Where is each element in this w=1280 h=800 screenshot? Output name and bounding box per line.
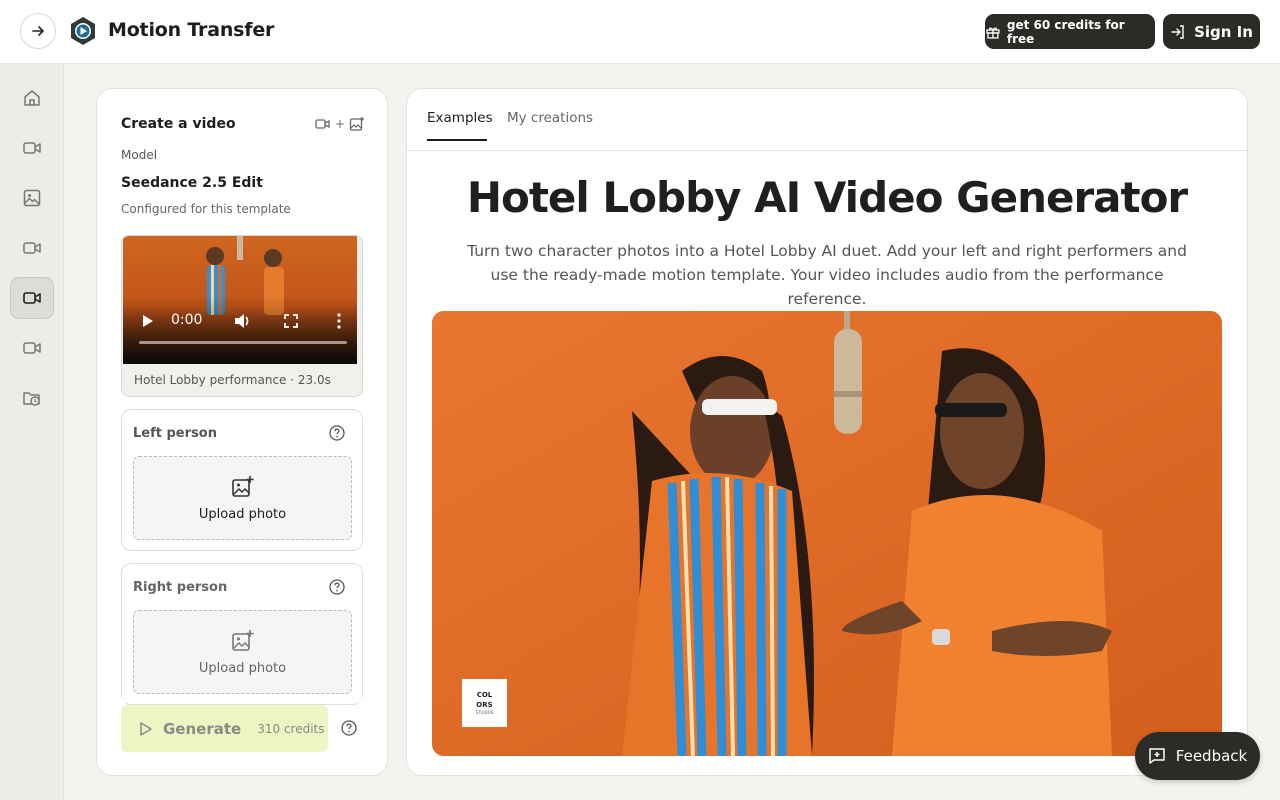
sidebar-item-video-2[interactable] <box>10 227 54 269</box>
feedback-label: Feedback <box>1175 747 1248 765</box>
help-icon[interactable] <box>329 425 345 441</box>
sign-in-button[interactable]: Sign In <box>1163 14 1260 49</box>
scroll-fade <box>98 695 386 703</box>
config-note: Configured for this template <box>121 202 291 216</box>
sidebar-item-history[interactable] <box>10 377 54 419</box>
brand-logo-line-1: COL <box>476 691 493 699</box>
play-icon[interactable] <box>141 314 155 328</box>
examples-panel: Examples My creations Hotel Lobby AI Vid… <box>406 88 1248 776</box>
left-person-upload[interactable]: Upload photo <box>133 456 352 540</box>
sidebar-item-motion-transfer[interactable] <box>10 277 54 319</box>
help-icon[interactable] <box>329 579 345 595</box>
history-folder-icon <box>23 392 40 406</box>
brand-logo-line-2: ORS <box>476 701 493 709</box>
sign-in-label: Sign In <box>1194 22 1253 41</box>
active-tab-indicator <box>427 139 487 141</box>
video-progress-bar[interactable] <box>139 341 347 344</box>
right-person-label: Right person <box>133 580 228 595</box>
gift-icon <box>986 27 1000 39</box>
tab-my-creations[interactable]: My creations <box>507 110 593 126</box>
video-camera-icon <box>23 342 41 354</box>
app-logo-icon <box>71 17 95 45</box>
reference-video-card: 0:00 Hotel Lobby performance · 23.0s <box>121 235 363 397</box>
sidebar-item-video-1[interactable] <box>10 127 54 169</box>
generate-button[interactable]: Generate 310 credits <box>121 705 328 752</box>
model-name: Seedance 2.5 Edit <box>121 175 263 191</box>
video-camera-icon <box>23 292 41 304</box>
left-person-label: Left person <box>133 426 217 441</box>
tab-bar: Examples My creations <box>407 89 1247 151</box>
add-image-icon <box>349 117 365 131</box>
arrow-right-icon <box>32 26 44 36</box>
help-icon[interactable] <box>341 720 357 736</box>
add-image-icon <box>231 475 253 497</box>
example-video[interactable]: COL ORS STUDIOS <box>432 311 1222 756</box>
upload-photo-label: Upload photo <box>198 506 287 522</box>
generate-label: Generate <box>163 719 242 738</box>
brand-logo: COL ORS STUDIOS <box>462 679 507 727</box>
home-icon <box>24 90 40 106</box>
brand-logo-line-3: STUDIOS <box>475 710 494 715</box>
model-label: Model <box>121 148 158 162</box>
message-plus-icon <box>1149 748 1165 764</box>
plus-sign: + <box>335 117 346 131</box>
reference-video-player[interactable]: 0:00 <box>123 236 357 364</box>
feedback-button[interactable]: Feedback <box>1135 732 1260 780</box>
sidebar <box>0 64 64 800</box>
sidebar-item-home[interactable] <box>10 77 54 119</box>
app-title: Motion Transfer <box>108 19 275 41</box>
get-credits-button[interactable]: get 60 credits for free <box>985 14 1155 49</box>
image-icon <box>23 189 41 207</box>
video-controls: 0:00 <box>123 306 357 336</box>
volume-icon[interactable] <box>234 313 252 329</box>
sign-in-icon <box>1171 24 1184 39</box>
example-video-image <box>432 311 1222 756</box>
more-options-icon[interactable] <box>336 313 342 329</box>
upload-photo-label: Upload photo <box>198 660 287 676</box>
page-title: Hotel Lobby AI Video Generator <box>466 173 1188 222</box>
right-person-upload[interactable]: Upload photo <box>133 610 352 694</box>
get-credits-label: get 60 credits for free <box>1006 17 1125 46</box>
generate-credits: 310 credits <box>257 721 325 736</box>
sidebar-item-video-3[interactable] <box>10 327 54 369</box>
add-image-icon <box>231 629 253 651</box>
tab-examples[interactable]: Examples <box>427 110 493 126</box>
video-caption: Hotel Lobby performance · 23.0s <box>134 373 331 387</box>
play-icon <box>140 721 152 736</box>
right-person-card: Right person Upload photo <box>121 563 363 705</box>
video-camera-icon <box>315 119 330 129</box>
create-video-panel: Create a video + Model Seedance 2.5 Edit… <box>96 88 388 776</box>
video-camera-icon <box>23 242 41 254</box>
left-person-card: Left person Upload photo <box>121 409 363 551</box>
expand-sidebar-button[interactable] <box>20 13 56 49</box>
page-subtitle: Turn two character photos into a Hotel L… <box>467 242 1187 308</box>
top-bar: Motion Transfer get 60 credits for free … <box>0 0 1280 64</box>
sidebar-item-image[interactable] <box>10 177 54 219</box>
create-video-title: Create a video <box>121 116 236 132</box>
video-camera-icon <box>23 142 41 154</box>
video-time: 0:00 <box>171 312 203 328</box>
fullscreen-icon[interactable] <box>284 314 298 328</box>
input-types-indicator: + <box>315 116 365 132</box>
